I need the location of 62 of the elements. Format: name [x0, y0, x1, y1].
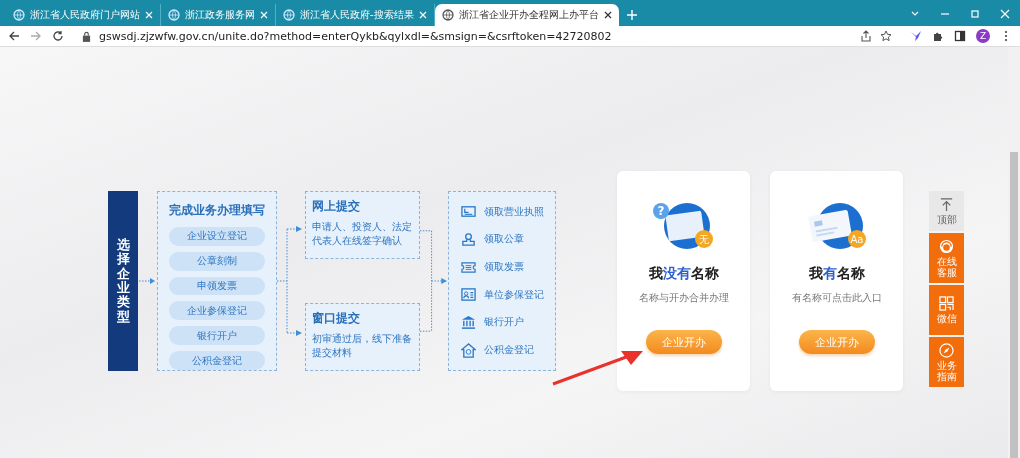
compass-icon [939, 342, 954, 358]
step-title: 窗口提交 [312, 310, 361, 327]
profile-avatar[interactable]: Z [976, 29, 990, 43]
badge-icon [694, 230, 713, 248]
side-toolbar-button[interactable]: 业务指南 [929, 337, 964, 387]
step-title: 完成业务办理填写 [169, 202, 265, 219]
step-title: 网上提交 [312, 198, 361, 215]
question-mark: ? [657, 204, 664, 218]
collect-item: 公积金登记 [484, 343, 534, 358]
url-text: gswsdj.zjzwfw.gov.cn/unite.do?method=enterQykb&qylxdl=&smsign=&csrftoken=42720802 [99, 29, 612, 43]
start-business-button[interactable]: 企业开办 [645, 330, 722, 354]
id-card-icon [461, 287, 476, 303]
card-title: 我有名称 [808, 265, 865, 283]
house-icon [461, 342, 476, 358]
ticket-icon [461, 259, 476, 275]
collect-item: 领取发票 [484, 260, 524, 275]
connector-arrow [138, 276, 157, 286]
collect-item: 领取公章 [484, 232, 524, 247]
qr-code-icon [939, 296, 954, 311]
bank-icon [461, 314, 476, 330]
globe-icon [13, 9, 25, 21]
card-title: 我没有名称 [648, 265, 719, 283]
side-toolbar-button[interactable]: 微信 [929, 285, 964, 335]
badge-icon [847, 230, 866, 248]
headset-icon [939, 238, 954, 254]
card-subtitle: 名称与开办合并办理 [638, 291, 729, 305]
collect-item: 领取营业执照 [484, 204, 544, 219]
side-toolbar-button[interactable]: 顶部 [929, 191, 964, 231]
start-step: 选择企业类型 [108, 191, 138, 371]
puzzle-icon[interactable] [932, 30, 944, 42]
globe-icon [283, 9, 295, 21]
forward-icon[interactable] [30, 30, 42, 42]
close-icon[interactable] [603, 11, 612, 19]
card-subtitle: 有名称可点击此入口 [791, 291, 882, 305]
badge-text: Aa [850, 234, 863, 245]
star-icon[interactable] [880, 30, 892, 42]
step-description: 申请人、投资人、法定代表人在线签字确认 [312, 220, 413, 247]
step-item: 银行开户 [169, 326, 265, 346]
globe-icon [168, 9, 180, 21]
reload-icon[interactable] [52, 30, 64, 42]
step-item: 公积金登记 [169, 351, 265, 370]
start-business-button[interactable]: 企业开办 [798, 330, 875, 354]
side-toolbar-button[interactable]: 在线客服 [929, 233, 964, 283]
globe-icon [441, 9, 454, 21]
step-description: 初审通过后，线下准备提交材料 [312, 332, 413, 359]
badge-text: 无 [698, 234, 709, 245]
share-icon[interactable] [860, 30, 872, 42]
plus-icon[interactable] [626, 10, 637, 20]
step-item: 申领发票 [169, 276, 265, 296]
collect-item: 银行开户 [484, 315, 524, 330]
arrow-up-icon [939, 197, 954, 212]
restore-icon[interactable] [970, 9, 980, 19]
lock-icon [82, 30, 91, 42]
stamp-icon [461, 232, 476, 247]
collect-item: 单位参保登记 [484, 287, 544, 302]
step-item: 公章刻制 [169, 251, 265, 271]
certificate-icon [461, 204, 476, 220]
step-item: 企业参保登记 [169, 301, 265, 321]
sidebar-icon[interactable] [954, 30, 966, 42]
browser-tab[interactable]: 浙江省企业开办全程网上办平台 [434, 4, 619, 26]
step-item: 企业设立登记 [169, 227, 265, 246]
back-icon[interactable] [8, 30, 20, 42]
